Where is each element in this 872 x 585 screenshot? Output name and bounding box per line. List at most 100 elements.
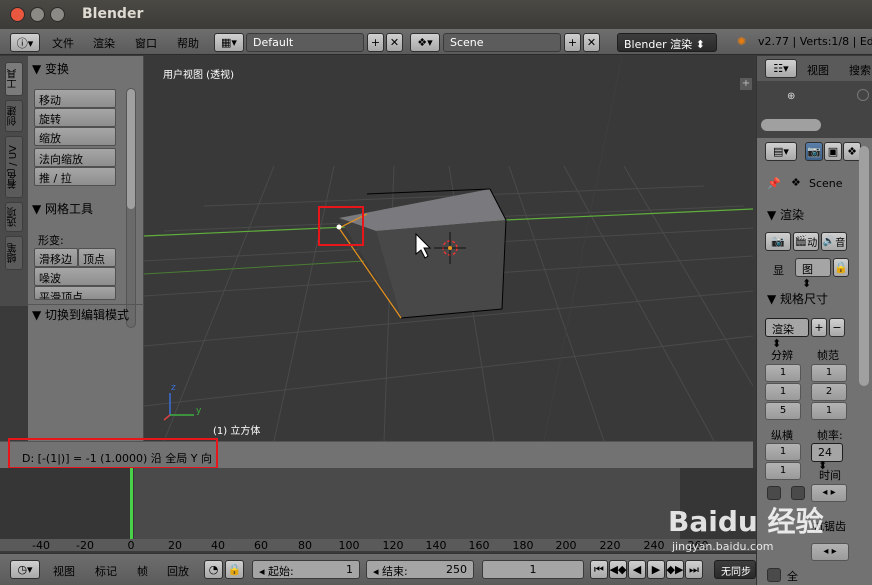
jump-keyframe-back-icon[interactable]: ◀◆ <box>609 560 627 579</box>
lock-interface-icon[interactable]: 🔒 <box>833 258 849 277</box>
jump-end-icon[interactable]: ⏭ <box>685 560 703 579</box>
rotate-button[interactable]: 旋转 <box>34 108 116 127</box>
noise-button[interactable]: 噪波 <box>34 267 116 286</box>
close-window-button[interactable] <box>10 7 25 22</box>
layout-name-field[interactable]: Default <box>246 33 364 52</box>
menu-window[interactable]: 窗口 <box>135 35 157 51</box>
mesh-tools-panel-header[interactable]: ▼ 网格工具 <box>32 200 93 217</box>
scene-selector-icon[interactable]: ❖▾ <box>410 33 440 52</box>
tab-create[interactable]: 创建 <box>5 100 23 132</box>
resolution-x-field[interactable]: 1 <box>765 364 801 382</box>
resolution-y-field[interactable]: 1 <box>765 383 801 401</box>
maximize-window-button[interactable] <box>50 7 65 22</box>
start-frame-label: 起始: <box>268 565 294 578</box>
3d-viewport[interactable]: 用户视图 (透视) z y (1) 立方体 + <box>144 56 753 441</box>
gizmo-y-label: y <box>196 406 202 416</box>
frame-step-field[interactable]: 1 <box>811 402 847 420</box>
remove-preset-icon[interactable]: − <box>829 318 845 337</box>
end-frame-field[interactable]: ◂ 结束: 250 <box>366 560 474 579</box>
remove-layout-icon[interactable]: ✕ <box>386 33 403 52</box>
tab-options[interactable]: 选项 <box>5 202 23 232</box>
border-checkbox[interactable] <box>767 486 781 500</box>
add-preset-icon[interactable]: + <box>811 318 827 337</box>
render-image-button[interactable]: 📷 <box>765 232 791 251</box>
timeline-playhead[interactable] <box>130 468 133 540</box>
menu-help[interactable]: 帮助 <box>177 35 199 51</box>
start-frame-value: 1 <box>346 563 353 576</box>
properties-editor-type-icon[interactable]: ▤▾ <box>765 142 797 161</box>
start-frame-field[interactable]: ◂ 起始: 1 <box>252 560 360 579</box>
lock-range-icon[interactable]: 🔒 <box>225 560 244 579</box>
current-frame-field[interactable]: 1 <box>482 560 584 579</box>
menu-view[interactable]: 视图 <box>53 563 75 579</box>
anti-aliasing-select[interactable]: ◂ ▸ <box>811 543 849 561</box>
editor-type-info-icon[interactable]: ⓘ▾ <box>10 33 40 52</box>
expand-plus-icon[interactable]: ⊕ <box>787 91 795 102</box>
slide-edge-button[interactable]: 滑移边 <box>34 248 78 267</box>
properties-scrollbar[interactable] <box>859 146 869 386</box>
jump-start-icon[interactable]: ⏮ <box>590 560 608 579</box>
gizmo-z-label: z <box>171 383 176 393</box>
smooth-vertex-button[interactable]: 平滑顶点 <box>34 286 116 300</box>
tab-shading-uv[interactable]: 着色 / UV <box>5 136 23 198</box>
render-engine-select[interactable]: Blender 渲染 ⬍ <box>617 33 717 52</box>
viewport-scene <box>144 56 753 441</box>
menu-frame[interactable]: 帧 <box>137 563 148 579</box>
render-audio-button[interactable]: 🔊 音 <box>821 232 847 251</box>
translate-button[interactable]: 移动 <box>34 89 116 108</box>
menu-render[interactable]: 渲染 <box>93 35 115 51</box>
render-panel-header[interactable]: ▼ 渲染 <box>767 206 804 223</box>
play-icon[interactable]: ▶ <box>647 560 665 579</box>
vertex-slide-button[interactable]: 顶点 <box>78 248 116 267</box>
dimensions-panel-header[interactable]: ▼ 规格尺寸 <box>767 290 828 307</box>
render-tab-camera-icon[interactable]: 📷 <box>805 142 823 161</box>
play-reverse-icon[interactable]: ◀ <box>628 560 646 579</box>
pin-icon[interactable]: 📌 <box>767 177 781 190</box>
crop-checkbox[interactable] <box>791 486 805 500</box>
layout-selector-icon[interactable]: ▦▾ <box>214 33 244 52</box>
menu-playback[interactable]: 回放 <box>167 563 189 579</box>
resolution-label: 分辨 <box>771 349 793 362</box>
toolshelf-scrollbar[interactable] <box>126 88 136 328</box>
menu-marker[interactable]: 标记 <box>95 563 117 579</box>
preview-range-icon[interactable]: ◔ <box>204 560 223 579</box>
toolshelf-scroll-thumb[interactable] <box>127 89 135 209</box>
timeline-ruler: -40 -20 0 20 40 60 80 100 120 140 160 18… <box>0 539 756 552</box>
tab-tools[interactable]: 工具 <box>5 62 23 96</box>
render-layers-tab-icon[interactable]: ▣ <box>824 142 842 161</box>
tick-label: 180 <box>512 539 534 552</box>
push-pull-button[interactable]: 推 / 拉 <box>34 167 116 186</box>
remove-scene-icon[interactable]: ✕ <box>583 33 600 52</box>
timeline-editor-type-icon[interactable]: ◷▾ <box>10 560 40 579</box>
add-region-icon[interactable]: + <box>740 78 752 90</box>
resolution-percent-field[interactable]: 5 <box>765 402 801 420</box>
outliner-tree[interactable]: ⊕ <box>757 81 872 138</box>
render-animation-button[interactable]: 🎬 动 <box>793 232 819 251</box>
scale-button[interactable]: 缩放 <box>34 127 116 146</box>
full-sample-checkbox[interactable] <box>767 568 781 582</box>
add-layout-icon[interactable]: + <box>367 33 384 52</box>
aspect-x-field[interactable]: 1 <box>765 443 801 461</box>
display-mode-select[interactable]: 图 ⬍ <box>795 258 831 290</box>
outliner-editor-type-icon[interactable]: ☷▾ <box>765 59 797 78</box>
aspect-y-field[interactable]: 1 <box>765 462 801 480</box>
menu-file[interactable]: 文件 <box>52 35 74 51</box>
frame-end-field[interactable]: 2 <box>811 383 847 401</box>
jump-keyframe-forward-icon[interactable]: ◆▶ <box>666 560 684 579</box>
frame-start-field[interactable]: 1 <box>811 364 847 382</box>
minimize-window-button[interactable] <box>30 7 45 22</box>
fps-select[interactable]: 24 ⬍ <box>811 443 843 472</box>
toggle-edit-mode-panel-header[interactable]: ▼ 切换到编辑模式 <box>32 306 129 323</box>
scene-name-field[interactable]: Scene <box>443 33 561 52</box>
render-preset-select[interactable]: 渲染 ⬍ <box>765 318 809 350</box>
outliner-menu-view[interactable]: 视图 <box>807 62 829 78</box>
sync-mode-select[interactable]: 无同步 <box>714 560 756 579</box>
outliner-menu-search[interactable]: 搜索 <box>849 62 871 78</box>
shrink-fatten-button[interactable]: 法向缩放 <box>34 148 116 167</box>
transform-panel-header[interactable]: ▼ 变换 <box>32 60 69 77</box>
add-scene-icon[interactable]: + <box>564 33 581 52</box>
tick-label: 100 <box>338 539 360 552</box>
timeline-editor[interactable]: -40 -20 0 20 40 60 80 100 120 140 160 18… <box>0 468 756 552</box>
tab-grease-pencil[interactable]: 蜡笔 <box>5 236 23 270</box>
outliner-hscrollbar[interactable] <box>761 119 821 131</box>
